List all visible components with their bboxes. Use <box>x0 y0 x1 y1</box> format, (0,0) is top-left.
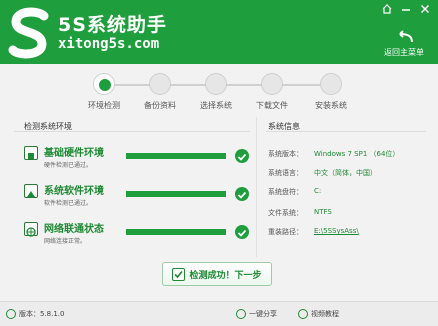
check-subtitle: 网络连接正常。 <box>44 238 87 245</box>
step-dot <box>320 73 342 95</box>
vertical-divider <box>256 117 257 257</box>
share-label: 一键分享 <box>249 310 277 318</box>
app-header: 5S系统助手 xitong5s.com 返回主菜单 <box>0 0 438 64</box>
share-icon <box>236 309 246 319</box>
step-download: 下载文件 <box>242 73 302 111</box>
divider <box>266 131 426 132</box>
check-row-hardware: 基础硬件环境 硬件检测已通过。 <box>24 144 249 174</box>
video-tutorial-button[interactable]: 视频教程 <box>298 309 339 319</box>
check-title: 系统软件环境 <box>44 186 104 197</box>
hardware-icon <box>24 146 38 160</box>
progress-bar <box>126 191 226 197</box>
next-step-button[interactable]: 检测成功！下一步 <box>162 262 272 286</box>
step-label: 下载文件 <box>256 101 288 110</box>
info-value: 中文（简体，中国） <box>314 169 377 177</box>
window-controls <box>380 3 432 15</box>
logo-s-icon <box>8 7 49 59</box>
step-select-system: 选择系统 <box>186 73 246 111</box>
step-install: 安装系统 <box>301 73 361 111</box>
check-subtitle: 软件检测已通过。 <box>44 200 93 207</box>
progress-bar <box>126 153 226 159</box>
divider <box>14 131 250 132</box>
step-dot <box>149 73 171 95</box>
step-environment-check: 环境检测 <box>74 73 134 111</box>
progress-steps: 环境检测 备份资料 选择系统 下载文件 安装系统 <box>0 64 438 116</box>
check-title: 基础硬件环境 <box>44 148 104 159</box>
video-label: 视频教程 <box>311 310 339 318</box>
info-value: NTFS <box>314 208 332 216</box>
version-info: 版本：5.8.1.0 <box>6 309 65 319</box>
software-icon <box>24 184 38 198</box>
info-key: 系统语言： <box>268 169 303 177</box>
step-dot <box>205 73 227 95</box>
app-brand-title: 5S系统助手 <box>58 14 167 36</box>
checkmark-icon <box>235 225 249 239</box>
check-subtitle: 硬件检测已通过。 <box>44 162 93 169</box>
info-value: C: <box>314 187 322 195</box>
next-step-label: 检测成功！下一步 <box>189 270 262 281</box>
back-home-label: 返回主菜单 <box>384 48 424 57</box>
checkmark-icon <box>235 149 249 163</box>
checkbox-icon <box>172 267 186 281</box>
share-button[interactable]: 一键分享 <box>236 309 277 319</box>
app-url: xitong5s.com <box>58 36 160 52</box>
close-icon[interactable] <box>418 3 432 15</box>
minimize-icon[interactable] <box>399 3 413 15</box>
back-arrow-icon <box>399 30 413 43</box>
network-icon <box>24 222 38 237</box>
info-icon <box>6 309 16 319</box>
step-label: 安装系统 <box>315 101 347 110</box>
step-dot <box>93 73 115 95</box>
check-title: 网络联通状态 <box>44 224 104 235</box>
info-key: 系统盘符： <box>268 188 303 196</box>
info-key: 重装路径： <box>268 228 303 236</box>
info-value: Windows 7 SP1 （64位） <box>314 150 400 158</box>
step-backup: 备份资料 <box>130 73 190 111</box>
step-label: 备份资料 <box>144 101 176 110</box>
step-label: 选择系统 <box>200 101 232 110</box>
step-label: 环境检测 <box>88 101 120 110</box>
checkmark-icon <box>235 187 249 201</box>
video-icon <box>298 309 308 319</box>
step-dot <box>261 73 283 95</box>
check-row-network: 网络联通状态 网络连接正常。 <box>24 220 249 250</box>
footer: 版本：5.8.1.0 一键分享 视频教程 <box>0 301 438 326</box>
info-key: 系统版本： <box>268 150 303 158</box>
install-path-link[interactable]: E:\5SSysAss\ <box>314 227 359 235</box>
check-row-software: 系统软件环境 软件检测已通过。 <box>24 182 249 212</box>
back-home-button[interactable]: 返回主菜单 <box>378 30 430 60</box>
progress-bar <box>126 229 226 235</box>
version-label: 版本：5.8.1.0 <box>19 310 65 318</box>
info-key: 文件系统： <box>268 209 303 217</box>
home-icon[interactable] <box>380 3 394 15</box>
